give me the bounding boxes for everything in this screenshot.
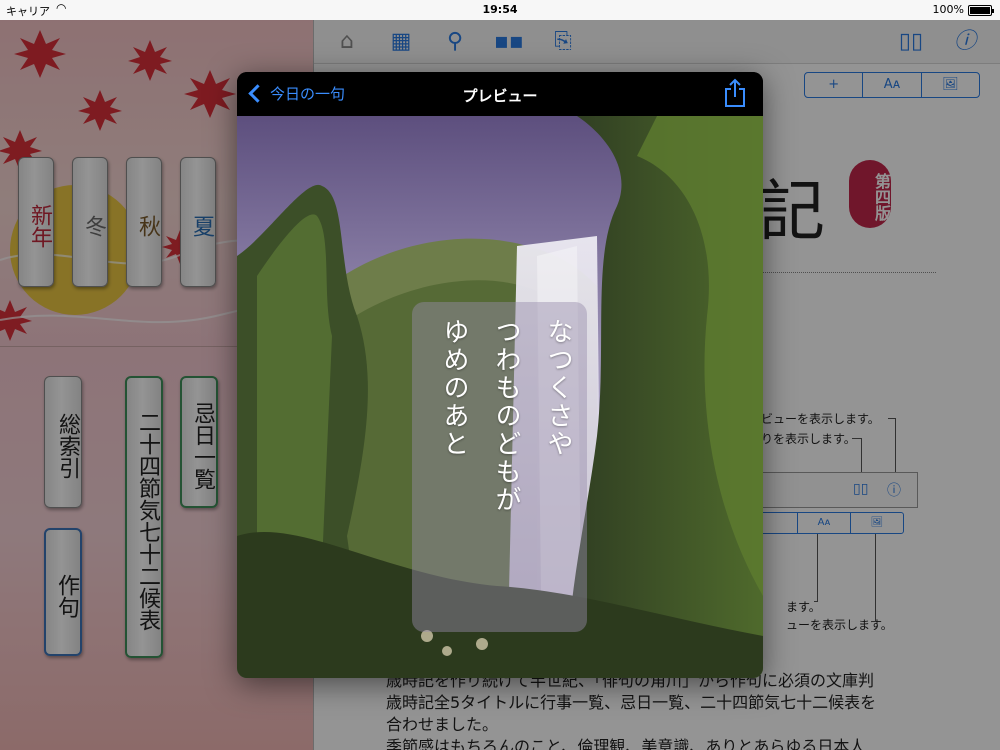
waterfall-photo: なつくさや つわものどもが ゆめのあと [237, 116, 763, 678]
share-icon[interactable] [723, 78, 747, 108]
status-bar: キャリア ◠ 19:54 100% [0, 0, 1000, 20]
haiku-card: なつくさや つわものどもが ゆめのあと [412, 302, 587, 632]
haiku-line-2: つわものどもが [491, 318, 521, 514]
clock: 19:54 [482, 3, 518, 16]
battery-percent: 100% [932, 3, 964, 16]
modal-navigation-bar: 今日の一句 プレビュー [237, 72, 763, 116]
haiku-line-1: なつくさや [543, 318, 573, 458]
battery-icon [968, 5, 994, 16]
haiku-line-3: ゆめのあと [439, 318, 469, 458]
preview-modal: 今日の一句 プレビュー なつくさや つわものどもが ゆめのあと [237, 72, 763, 678]
modal-title: プレビュー [462, 87, 538, 105]
